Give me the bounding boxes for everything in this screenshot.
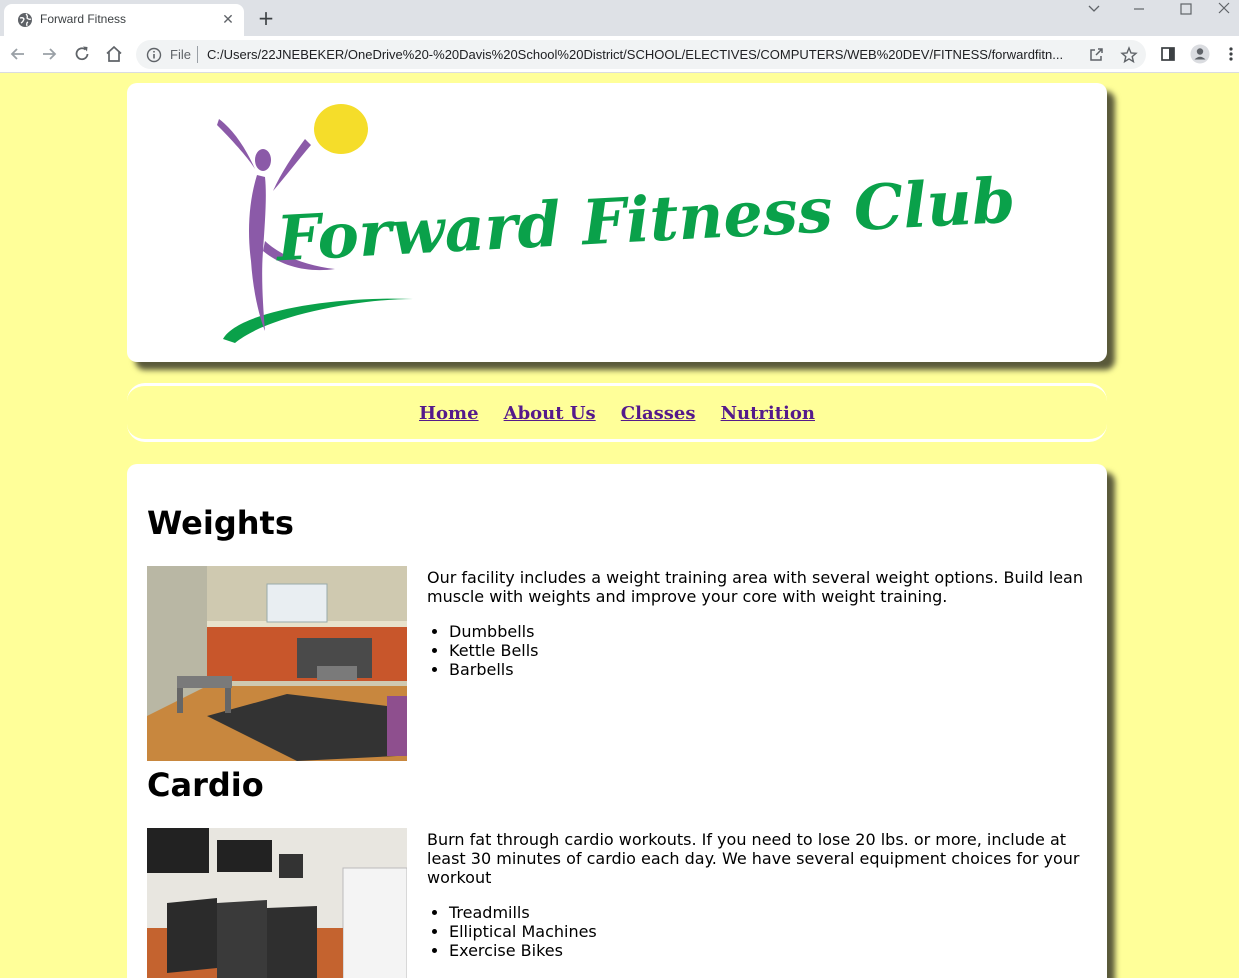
browser-toolbar: File C:/Users/22JNEBEKER/OneDrive%20-%20… xyxy=(0,36,1239,73)
sun-icon xyxy=(314,104,368,154)
nav-link-nutrition[interactable]: Nutrition xyxy=(721,403,815,424)
main-content: Weights Our facility includes a weight t… xyxy=(127,464,1107,978)
back-icon[interactable] xyxy=(8,44,28,64)
maximize-icon[interactable] xyxy=(1164,0,1208,18)
url-separator xyxy=(197,46,198,63)
menu-icon[interactable] xyxy=(1224,44,1238,64)
sidepanel-icon[interactable] xyxy=(1158,44,1178,64)
weights-list: Dumbbells Kettle Bells Barbells xyxy=(449,622,1092,679)
swoosh-shape xyxy=(223,298,413,343)
cardio-list: Treadmills Elliptical Machines Exercise … xyxy=(449,903,1092,960)
weights-description: Our facility includes a weight training … xyxy=(427,568,1092,679)
forward-fitness-logo: Forward Fitness Club xyxy=(217,104,1017,343)
tab-title: Forward Fitness xyxy=(40,12,127,26)
list-item: Barbells xyxy=(449,660,1092,679)
plus-icon[interactable]: + xyxy=(256,8,276,28)
main-nav: Home About Us Classes Nutrition xyxy=(127,383,1107,442)
logo-text: Forward Fitness Club xyxy=(273,164,1017,276)
site-header: Forward Fitness Club xyxy=(127,83,1107,362)
url-scheme: File xyxy=(170,47,191,62)
list-item: Elliptical Machines xyxy=(449,922,1092,941)
tab-strip: Forward Fitness ✕ + xyxy=(0,0,1239,36)
info-icon[interactable] xyxy=(146,47,162,63)
list-item: Exercise Bikes xyxy=(449,941,1092,960)
cardio-description: Burn fat through cardio workouts. If you… xyxy=(427,830,1092,960)
chevron-down-icon[interactable] xyxy=(1072,0,1116,18)
nav-link-home[interactable]: Home xyxy=(419,403,479,424)
reload-icon[interactable] xyxy=(72,44,92,64)
window-close-icon[interactable] xyxy=(1210,0,1239,18)
forward-icon[interactable] xyxy=(39,44,59,64)
nav-link-classes[interactable]: Classes xyxy=(621,403,696,424)
share-icon[interactable] xyxy=(1087,46,1105,64)
nav-link-about-us[interactable]: About Us xyxy=(504,403,596,424)
url-text[interactable]: C:/Users/22JNEBEKER/OneDrive%20-%20Davis… xyxy=(207,47,1077,62)
list-item: Dumbbells xyxy=(449,622,1092,641)
section-title-weights: Weights xyxy=(147,504,294,542)
star-icon[interactable] xyxy=(1120,46,1138,64)
minimize-icon[interactable] xyxy=(1117,0,1161,18)
cardio-photo xyxy=(147,828,407,978)
list-item: Treadmills xyxy=(449,903,1092,922)
close-icon[interactable]: ✕ xyxy=(220,12,236,28)
weights-photo xyxy=(147,566,407,761)
browser-chrome: Forward Fitness ✕ + File C:/Users/22JNEB… xyxy=(0,0,1239,73)
cardio-text: Burn fat through cardio workouts. If you… xyxy=(427,830,1080,887)
browser-tab[interactable]: Forward Fitness ✕ xyxy=(4,4,244,36)
globe-icon xyxy=(18,13,32,27)
profile-icon[interactable] xyxy=(1190,44,1210,64)
weights-text: Our facility includes a weight training … xyxy=(427,568,1083,606)
home-icon[interactable] xyxy=(104,44,124,64)
address-bar[interactable]: File C:/Users/22JNEBEKER/OneDrive%20-%20… xyxy=(136,40,1146,69)
list-item: Kettle Bells xyxy=(449,641,1092,660)
section-title-cardio: Cardio xyxy=(147,766,264,804)
